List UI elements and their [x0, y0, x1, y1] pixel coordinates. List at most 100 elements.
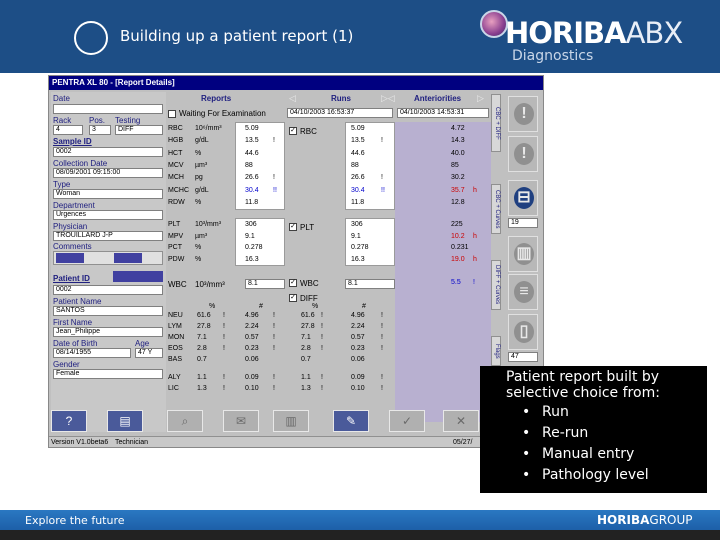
physician-field[interactable]: TROUILLARD J-P — [53, 231, 163, 241]
diff-pct[interactable]: 7.1 — [197, 334, 207, 341]
run-value[interactable]: 9.1 — [351, 233, 361, 240]
tube-rack-button[interactable]: ≡ — [508, 274, 538, 310]
department-field[interactable]: Urgences — [53, 210, 163, 220]
diff-checkbox[interactable]: ✓ — [289, 294, 297, 302]
report-value[interactable]: 11.8 — [245, 199, 258, 206]
type-field[interactable]: Woman — [53, 189, 163, 199]
sample-id-field[interactable]: 0002 — [53, 147, 163, 157]
diff-abs[interactable]: 0.06 — [245, 356, 259, 363]
report-value[interactable]: 306 — [245, 221, 257, 228]
param-name: PCT — [168, 244, 182, 251]
report-value[interactable]: 9.1 — [245, 233, 255, 240]
diff-abs[interactable]: 0.09 — [245, 374, 259, 381]
run-value[interactable]: 306 — [351, 221, 363, 228]
run-diff-abs[interactable]: 0.06 — [351, 356, 365, 363]
anteriorities-header[interactable]: Anteriorities — [414, 94, 461, 103]
runs-prev-arrow-icon[interactable]: ◁ — [289, 93, 296, 104]
rack-field[interactable]: 4 — [53, 125, 83, 135]
diff-abs[interactable]: 0.57 — [245, 334, 259, 341]
tab-diff-curves[interactable]: DIFF + Curves — [491, 260, 501, 310]
run-value[interactable]: 30.4 — [351, 187, 365, 194]
report-value[interactable]: 44.6 — [245, 150, 259, 157]
edit-button[interactable]: ✎ — [333, 410, 369, 432]
dob-field[interactable]: 08/14/1955 — [53, 348, 131, 358]
report-value[interactable]: 0.278 — [245, 244, 263, 251]
tab-cbc-diff[interactable]: CBC + DIFF — [491, 94, 501, 152]
comment-list-icon[interactable] — [114, 253, 142, 263]
run-diff-abs[interactable]: 0.09 — [351, 374, 365, 381]
wbc-checkbox[interactable]: ✓ — [289, 279, 297, 287]
runs-header[interactable]: Runs — [331, 94, 351, 103]
run-diff-abs[interactable]: 0.10 — [351, 385, 365, 392]
run-diff-pct[interactable]: 1.1 — [301, 374, 311, 381]
diff-abs[interactable]: 4.96 — [245, 312, 259, 319]
runs-next-arrow-icon[interactable]: ▷◁ — [381, 93, 395, 104]
diff-pct[interactable]: 1.3 — [197, 385, 207, 392]
run-diff-pct[interactable]: 0.7 — [301, 356, 311, 363]
report-value[interactable]: 16.3 — [245, 256, 259, 263]
run-diff-abs[interactable]: 0.23 — [351, 345, 365, 352]
validate-button[interactable]: ✓ — [389, 410, 425, 432]
rack-button[interactable]: ▥ — [508, 236, 538, 272]
run-diff-pct[interactable]: 2.8 — [301, 345, 311, 352]
wbc-report-value[interactable]: 8.1 — [245, 279, 285, 289]
diff-abs[interactable]: 0.10 — [245, 385, 259, 392]
run-value[interactable]: 88 — [351, 162, 359, 169]
send-button[interactable]: ✉ — [223, 410, 259, 432]
run-diff-abs[interactable]: 0.57 — [351, 334, 365, 341]
search-button[interactable]: ⌕ — [167, 410, 203, 432]
run-value[interactable]: 26.6 — [351, 174, 365, 181]
waiting-checkbox[interactable] — [168, 110, 176, 118]
first-name-field[interactable]: Jean_Philippe — [53, 327, 163, 337]
run-value[interactable]: 5.09 — [351, 125, 365, 132]
run-value[interactable]: 11.8 — [351, 199, 364, 206]
report-value[interactable]: 26.6 — [245, 174, 259, 181]
pos-field[interactable]: 3 — [89, 125, 111, 135]
help-button[interactable]: ? — [51, 410, 87, 432]
patient-name-field[interactable]: SANTOS — [53, 306, 163, 316]
collection-date-field[interactable]: 08/09/2001 09:15:00 — [53, 168, 163, 178]
delete-button[interactable]: ▥ — [273, 410, 309, 432]
report-value[interactable]: 88 — [245, 162, 253, 169]
run-diff-pct[interactable]: 27.8 — [301, 323, 315, 330]
cancel-button[interactable]: ✕ — [443, 410, 479, 432]
tab-cbc-curves[interactable]: CBC + Curves — [491, 184, 501, 234]
tube-button[interactable]: ▯ — [508, 314, 538, 350]
run-diff-abs[interactable]: 4.96 — [351, 312, 365, 319]
rbc-checkbox[interactable]: ✓ — [289, 127, 297, 135]
run-value[interactable]: 0.278 — [351, 244, 369, 251]
run-value[interactable]: 13.5 — [351, 137, 365, 144]
print-button[interactable]: ▤ — [107, 410, 143, 432]
comment-edit-icon[interactable] — [56, 253, 84, 263]
run-diff-pct[interactable]: 1.3 — [301, 385, 311, 392]
anteriority-value: 10.2 — [451, 232, 465, 240]
diff-abs[interactable]: 2.24 — [245, 323, 259, 330]
diff-pct[interactable]: 61.6 — [197, 312, 211, 319]
tubes-button[interactable]: ⊟ — [508, 180, 538, 216]
report-value[interactable]: 5.09 — [245, 125, 259, 132]
run-diff-pct[interactable]: 7.1 — [301, 334, 311, 341]
patient-toolbar-icon[interactable] — [113, 271, 163, 282]
alert-button[interactable]: ! — [508, 136, 538, 172]
run-diff-abs[interactable]: 2.24 — [351, 323, 365, 330]
run-diff-pct[interactable]: 61.6 — [301, 312, 315, 319]
patient-id-field[interactable]: 0002 — [53, 285, 163, 295]
report-value[interactable]: 30.4 — [245, 187, 259, 194]
age-field[interactable]: 47 Y — [135, 348, 163, 358]
testing-field[interactable]: DIFF — [115, 125, 163, 135]
diff-pct[interactable]: 2.8 — [197, 345, 207, 352]
plt-checkbox[interactable]: ✓ — [289, 223, 297, 231]
tab-flags[interactable]: Flags — [491, 336, 501, 366]
flags-button[interactable]: ! — [508, 96, 538, 132]
anteriorities-next-arrow-icon[interactable]: ▷ — [477, 93, 484, 104]
diff-pct[interactable]: 1.1 — [197, 374, 207, 381]
diff-pct[interactable]: 27.8 — [197, 323, 211, 330]
run-value[interactable]: 16.3 — [351, 256, 365, 263]
gender-field[interactable]: Female — [53, 369, 163, 379]
diff-abs[interactable]: 0.23 — [245, 345, 259, 352]
report-value[interactable]: 13.5 — [245, 137, 259, 144]
date-field[interactable] — [53, 104, 163, 114]
wbc-run-value[interactable]: 8.1 — [345, 279, 395, 289]
run-value[interactable]: 44.6 — [351, 150, 365, 157]
diff-pct[interactable]: 0.7 — [197, 356, 207, 363]
